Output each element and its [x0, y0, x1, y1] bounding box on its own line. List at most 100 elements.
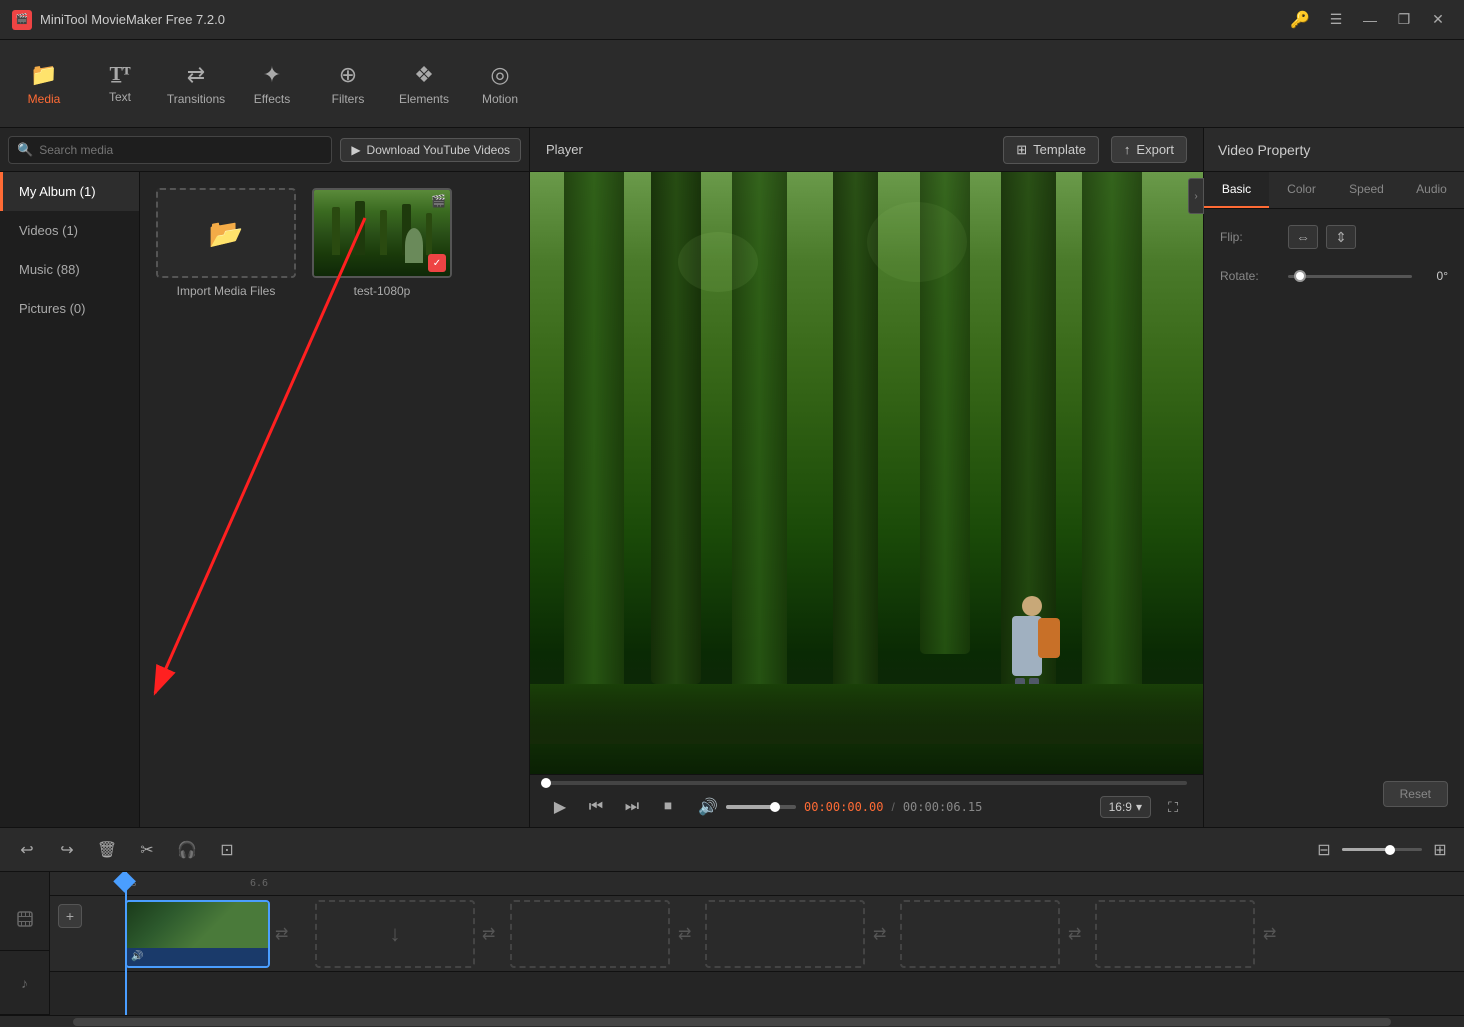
- toolbar-item-elements[interactable]: ❖ Elements: [388, 48, 460, 120]
- video-media-item[interactable]: ✓ 🎬 test-1080p: [312, 188, 452, 298]
- empty-slot-1[interactable]: ↓: [315, 900, 475, 968]
- toolbar-item-text[interactable]: T̲ᵀ Text: [84, 48, 156, 120]
- tab-audio[interactable]: Audio: [1399, 172, 1464, 208]
- minimize-button[interactable]: —: [1356, 6, 1384, 34]
- collapse-panel-button[interactable]: ›: [1188, 178, 1204, 214]
- search-bar: 🔍 ▶ Download YouTube Videos: [0, 128, 529, 172]
- zoom-in-button[interactable]: ⊞: [1428, 838, 1452, 862]
- empty-slot-5[interactable]: [1095, 900, 1255, 968]
- media-label: Media: [28, 92, 61, 106]
- app-title: MiniTool MovieMaker Free 7.2.0: [40, 12, 1282, 27]
- motion-label: Motion: [482, 92, 518, 106]
- reset-button-wrap: Reset: [1220, 777, 1448, 811]
- property-tabs: Basic Color Speed Audio: [1204, 172, 1464, 209]
- audio-detach-button[interactable]: 🎧: [172, 835, 202, 865]
- crop-button[interactable]: ⊡: [212, 835, 242, 865]
- rotate-label: Rotate:: [1220, 269, 1280, 283]
- zoom-out-button[interactable]: ⊟: [1312, 838, 1336, 862]
- timeline-tracks-area: 0s 6.6 + 🔊 ⇄: [50, 872, 1464, 1015]
- slot3-swap-button[interactable]: ⇄: [873, 924, 886, 944]
- restore-button[interactable]: ❐: [1390, 6, 1418, 34]
- sidebar-item-pictures[interactable]: Pictures (0): [0, 289, 139, 328]
- volume-slider[interactable]: [726, 805, 796, 809]
- undo-button[interactable]: ↩: [12, 835, 42, 865]
- aspect-ratio-select[interactable]: 16:9 ▾: [1100, 796, 1151, 818]
- playhead[interactable]: [125, 872, 127, 1015]
- import-media-item[interactable]: 📂 Import Media Files: [156, 188, 296, 298]
- ruler-mark-6s: 6.6: [250, 878, 268, 889]
- zoom-slider[interactable]: [1342, 848, 1422, 851]
- video-clip[interactable]: 🔊: [125, 900, 270, 968]
- prev-frame-button[interactable]: ⏮: [582, 793, 610, 821]
- slot5-swap-button[interactable]: ⇄: [1263, 924, 1276, 944]
- titlebar: 🎬 MiniTool MovieMaker Free 7.2.0 🔑 ☰ — ❐…: [0, 0, 1464, 40]
- main-toolbar: 📁 Media T̲ᵀ Text ⇄ Transitions ✦ Effects…: [0, 40, 1464, 128]
- volume-handle[interactable]: [770, 802, 780, 812]
- flip-horizontal-button[interactable]: ⇔: [1288, 225, 1318, 249]
- stop-button[interactable]: ⏹: [654, 793, 682, 821]
- toolbar-item-media[interactable]: 📁 Media: [8, 48, 80, 120]
- toolbar-item-effects[interactable]: ✦ Effects: [236, 48, 308, 120]
- toolbar-item-filters[interactable]: ⊕ Filters: [312, 48, 384, 120]
- flip-label: Flip:: [1220, 230, 1280, 244]
- slot2-swap-button[interactable]: ⇄: [678, 924, 691, 944]
- delete-button[interactable]: 🗑: [92, 835, 122, 865]
- add-track-button[interactable]: +: [58, 904, 82, 928]
- volume-control: 🔊: [694, 793, 796, 821]
- search-input[interactable]: [39, 143, 323, 157]
- rotate-slider[interactable]: [1288, 275, 1412, 278]
- next-frame-button[interactable]: ⏭: [618, 793, 646, 821]
- cut-button[interactable]: ✂: [132, 835, 162, 865]
- search-input-wrap[interactable]: 🔍: [8, 136, 332, 164]
- tab-basic[interactable]: Basic: [1204, 172, 1269, 208]
- rotate-value: 0°: [1418, 269, 1448, 283]
- left-panel: 🔍 ▶ Download YouTube Videos My Album (1)…: [0, 128, 530, 827]
- toolbar-item-transitions[interactable]: ⇄ Transitions: [160, 48, 232, 120]
- audio-track-icon: ♪: [0, 951, 49, 1015]
- properties-header: Video Property: [1204, 128, 1464, 172]
- timeline-scrollbar[interactable]: [0, 1015, 1464, 1027]
- transitions-icon: ⇄: [187, 62, 205, 88]
- text-icon: T̲ᵀ: [109, 63, 130, 86]
- download-youtube-button[interactable]: ▶ Download YouTube Videos: [340, 138, 521, 162]
- empty-slot-3[interactable]: [705, 900, 865, 968]
- player-title: Player: [546, 142, 583, 157]
- volume-icon[interactable]: 🔊: [694, 793, 722, 821]
- progress-bar[interactable]: [546, 781, 1187, 785]
- effects-label: Effects: [254, 92, 290, 106]
- main-layout: 🔍 ▶ Download YouTube Videos My Album (1)…: [0, 128, 1464, 827]
- play-button[interactable]: ▶: [546, 793, 574, 821]
- zoom-handle[interactable]: [1385, 845, 1395, 855]
- menu-button[interactable]: ☰: [1322, 6, 1350, 34]
- rotate-handle[interactable]: [1294, 270, 1306, 282]
- flip-vertical-button[interactable]: ⇕: [1326, 225, 1356, 249]
- sidebar-item-music[interactable]: Music (88): [0, 250, 139, 289]
- slot1-swap-button[interactable]: ⇄: [482, 924, 495, 944]
- video-type-badge: 🎬: [431, 194, 446, 208]
- key-icon: 🔑: [1290, 10, 1310, 30]
- text-label: Text: [109, 90, 131, 104]
- reset-button[interactable]: Reset: [1383, 781, 1448, 807]
- clip-swap-button[interactable]: ⇄: [275, 924, 288, 944]
- transitions-label: Transitions: [167, 92, 225, 106]
- flip-row: Flip: ⇔ ⇕: [1220, 225, 1448, 249]
- empty-slot-4[interactable]: [900, 900, 1060, 968]
- clip-footer: 🔊: [127, 948, 268, 966]
- progress-handle[interactable]: [541, 778, 551, 788]
- export-button[interactable]: ↑ Export: [1111, 136, 1187, 163]
- elements-icon: ❖: [414, 62, 434, 88]
- toolbar-item-motion[interactable]: ◎ Motion: [464, 48, 536, 120]
- slot4-swap-button[interactable]: ⇄: [1068, 924, 1081, 944]
- fullscreen-button[interactable]: ⛶: [1159, 793, 1187, 821]
- tab-speed[interactable]: Speed: [1334, 172, 1399, 208]
- properties-title: Video Property: [1218, 142, 1310, 158]
- scrollbar-thumb[interactable]: [73, 1018, 1391, 1026]
- close-button[interactable]: ✕: [1424, 6, 1452, 34]
- empty-slot-2[interactable]: [510, 900, 670, 968]
- template-button[interactable]: ⊞ Template: [1003, 136, 1099, 164]
- sidebar-item-videos[interactable]: Videos (1): [0, 211, 139, 250]
- tab-color[interactable]: Color: [1269, 172, 1334, 208]
- media-icon: 📁: [30, 62, 57, 88]
- redo-button[interactable]: ↪: [52, 835, 82, 865]
- sidebar-item-my-album[interactable]: My Album (1): [0, 172, 139, 211]
